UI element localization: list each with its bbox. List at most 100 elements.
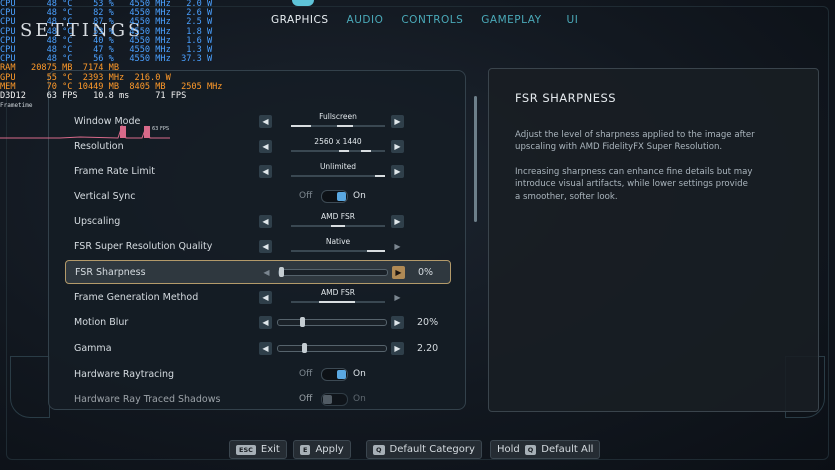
setting-hw-raytracing[interactable]: Hardware Raytracing Off On xyxy=(65,363,449,385)
performance-overlay: CPU 48 °C 53 % 4550 MHz 2.0 W CPU 48 °C … xyxy=(0,0,222,110)
toggle-on-label: On xyxy=(353,369,366,379)
right-arrow-icon[interactable]: ▶ xyxy=(391,214,404,228)
tab-gameplay[interactable]: GAMEPLAY xyxy=(472,14,550,26)
setting-fsr-sharpness[interactable]: FSR Sharpness ◀ ▶ 0% xyxy=(65,260,451,284)
fsr-sharpness-slider[interactable] xyxy=(278,267,388,277)
left-arrow-icon[interactable]: ◀ xyxy=(260,266,273,279)
tab-ui[interactable]: UI xyxy=(551,14,588,26)
description-text: Increasing sharpness can enhance fine de… xyxy=(515,167,753,202)
setting-label: Motion Blur xyxy=(74,316,129,328)
right-arrow-icon[interactable]: ▶ xyxy=(391,341,404,355)
exit-label: Exit xyxy=(260,444,280,455)
default-all-button[interactable]: Hold Q Default All xyxy=(490,440,601,459)
description-panel: FSR SHARPNESS Adjust the level of sharpn… xyxy=(488,68,819,412)
setting-value: 0% xyxy=(418,266,434,278)
active-tab-indicator xyxy=(292,0,314,6)
key-hint-q: Q xyxy=(373,444,385,455)
left-arrow-icon[interactable]: ◀ xyxy=(259,341,272,355)
slider-knob[interactable] xyxy=(300,317,305,327)
key-hint-e: E xyxy=(300,444,311,455)
setting-value: AMD FSR xyxy=(321,212,355,221)
setting-motion-blur[interactable]: Motion Blur ◀ ▶ 20% xyxy=(65,311,449,333)
spike-marker xyxy=(120,126,126,138)
right-arrow-icon[interactable]: ▶ xyxy=(391,139,404,153)
setting-value: 2560 x 1440 xyxy=(314,137,362,146)
apply-button[interactable]: E Apply xyxy=(293,440,351,459)
setting-label: FSR Sharpness xyxy=(75,266,146,278)
corner-ornament-left xyxy=(10,356,50,418)
setting-label: Hardware Raytracing xyxy=(74,368,175,380)
setting-gamma[interactable]: Gamma ◀ ▶ 2.20 xyxy=(65,337,449,359)
setting-label: Upscaling xyxy=(74,215,121,227)
setting-frame-rate-limit[interactable]: Frame Rate Limit ◀ Unlimited ▶ xyxy=(65,160,449,182)
toggle-off-label: Off xyxy=(299,394,313,404)
option-position-bar xyxy=(291,301,385,303)
exit-button[interactable]: ESC Exit xyxy=(229,440,287,459)
motion-blur-slider[interactable] xyxy=(277,317,387,327)
right-arrow-icon[interactable]: ▶ xyxy=(392,265,405,279)
tab-audio[interactable]: AUDIO xyxy=(338,14,393,26)
setting-value: Unlimited xyxy=(319,162,357,171)
left-arrow-icon[interactable]: ◀ xyxy=(259,290,272,304)
setting-upscaling[interactable]: Upscaling ◀ AMD FSR ▶ xyxy=(65,210,449,232)
left-arrow-icon[interactable]: ◀ xyxy=(259,139,272,153)
setting-label: FSR Super Resolution Quality xyxy=(74,240,213,252)
setting-label: Gamma xyxy=(74,342,112,354)
left-arrow-icon[interactable]: ◀ xyxy=(259,214,272,228)
settings-scrollbar[interactable] xyxy=(474,96,477,222)
frametime-label: Frametime xyxy=(0,102,33,110)
setting-hw-rt-shadows[interactable]: Hardware Ray Traced Shadows Off On xyxy=(65,388,449,409)
slider-knob[interactable] xyxy=(279,267,284,277)
frametime-graph: 63 FPS xyxy=(0,124,170,139)
setting-frame-generation[interactable]: Frame Generation Method ◀ AMD FSR ▶ xyxy=(65,286,449,308)
toggle-knob xyxy=(323,395,332,404)
toggle-on-label: On xyxy=(353,191,366,201)
option-position-bar xyxy=(291,250,385,252)
spike-marker xyxy=(144,126,150,138)
left-arrow-icon[interactable]: ◀ xyxy=(259,239,272,253)
tab-controls[interactable]: CONTROLS xyxy=(392,14,472,26)
vsync-toggle[interactable] xyxy=(321,190,348,203)
graph-fps-label: 63 FPS xyxy=(152,126,169,132)
option-position-bar xyxy=(291,125,385,127)
description-title: FSR SHARPNESS xyxy=(515,91,617,105)
toggle-knob xyxy=(337,370,346,379)
left-arrow-icon[interactable]: ◀ xyxy=(259,164,272,178)
setting-label: Hardware Ray Traced Shadows xyxy=(74,393,221,405)
default-all-label: Default All xyxy=(541,444,594,455)
toggle-knob xyxy=(337,192,346,201)
setting-value: AMD FSR xyxy=(321,288,355,297)
top-nav: GRAPHICS AUDIO CONTROLS GAMEPLAY UI xyxy=(262,14,587,26)
toggle-off-label: Off xyxy=(299,369,313,379)
rt-shadows-toggle[interactable] xyxy=(321,393,348,406)
right-arrow-icon[interactable]: ▶ xyxy=(391,164,404,178)
gamma-slider[interactable] xyxy=(277,343,387,353)
left-arrow-icon[interactable]: ◀ xyxy=(259,114,272,128)
right-arrow-icon[interactable]: ▶ xyxy=(391,114,404,128)
tab-graphics[interactable]: GRAPHICS xyxy=(262,14,338,26)
setting-label: Frame Rate Limit xyxy=(74,165,155,177)
setting-value: 2.20 xyxy=(417,342,439,354)
left-arrow-icon[interactable]: ◀ xyxy=(259,315,272,329)
setting-label: Vertical Sync xyxy=(74,190,136,202)
apply-label: Apply xyxy=(315,444,344,455)
settings-list-panel: Window Mode ◀ Fullscreen ▶ Resolution ◀ … xyxy=(48,70,466,410)
setting-fsr-quality[interactable]: FSR Super Resolution Quality ◀ Native ▶ xyxy=(65,235,449,257)
default-category-label: Default Category xyxy=(389,444,475,455)
option-position-bar xyxy=(291,150,385,152)
right-arrow-icon[interactable]: ▶ xyxy=(391,291,404,304)
key-hint-esc: ESC xyxy=(236,444,256,455)
setting-value: 20% xyxy=(417,316,439,328)
setting-value: Native xyxy=(325,237,351,246)
right-arrow-icon[interactable]: ▶ xyxy=(391,240,404,253)
setting-vertical-sync[interactable]: Vertical Sync Off On xyxy=(65,185,449,207)
toggle-on-label: On xyxy=(353,394,366,404)
key-hint-q: Q xyxy=(524,444,537,455)
right-arrow-icon[interactable]: ▶ xyxy=(391,315,404,329)
default-category-button[interactable]: Q Default Category xyxy=(366,440,482,459)
description-text: Adjust the level of sharpness applied to… xyxy=(515,130,755,153)
hold-label: Hold xyxy=(497,444,520,455)
raytracing-toggle[interactable] xyxy=(321,368,348,381)
slider-knob[interactable] xyxy=(302,343,307,353)
setting-label: Frame Generation Method xyxy=(74,291,199,303)
